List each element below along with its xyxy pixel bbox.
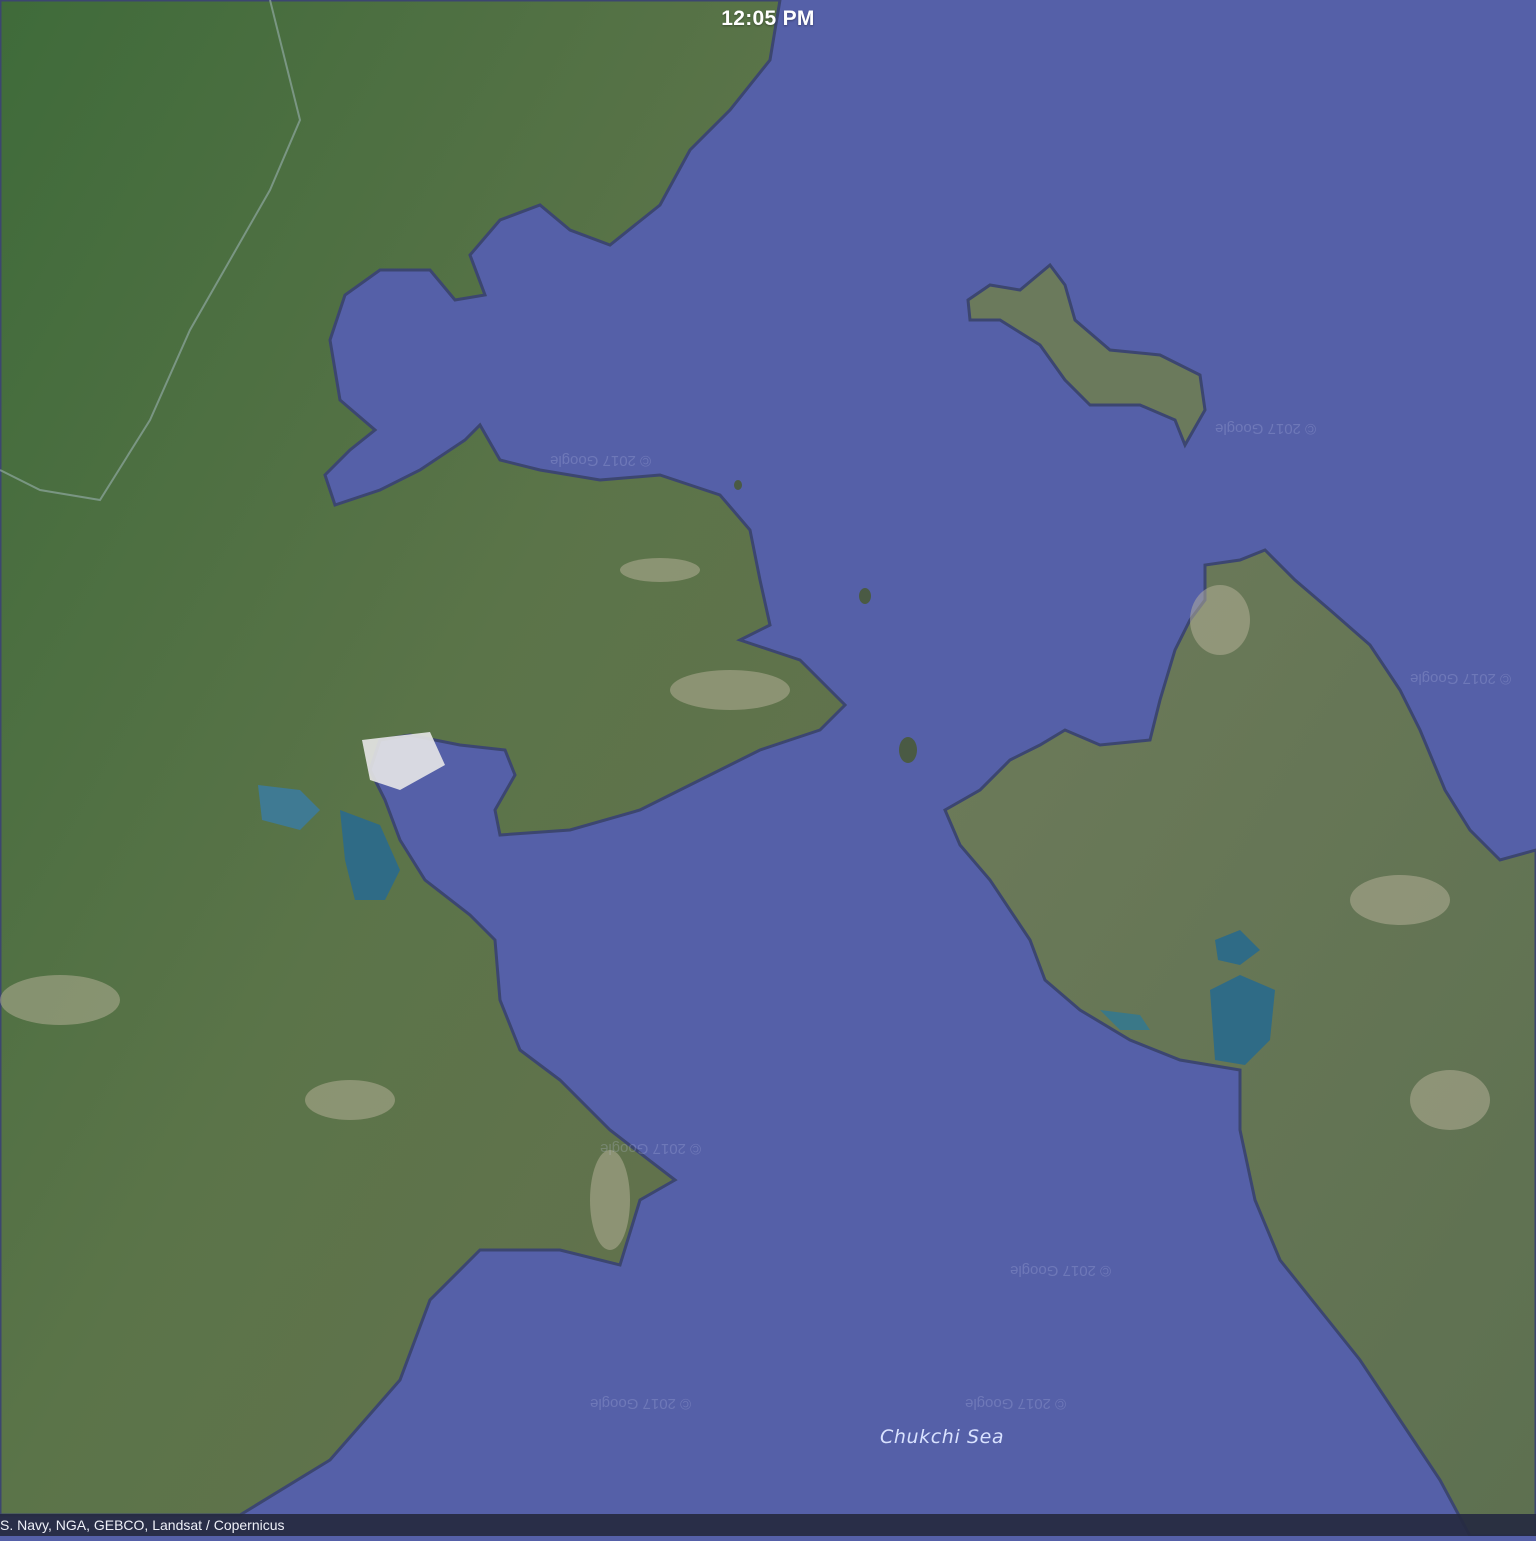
map-watermark: © 2017 Google xyxy=(1410,670,1511,687)
small-island xyxy=(859,588,871,604)
map-attribution: S. Navy, NGA, GEBCO, Landsat / Copernicu… xyxy=(0,1514,1536,1536)
map-watermark: © 2017 Google xyxy=(590,1395,691,1412)
small-island xyxy=(734,480,742,490)
satellite-imagery xyxy=(0,0,1536,1536)
small-island xyxy=(899,737,917,763)
map-watermark: © 2017 Google xyxy=(1010,1262,1111,1279)
map-watermark: © 2017 Google xyxy=(550,452,651,469)
map-canvas[interactable]: © 2017 Google © 2017 Google © 2017 Googl… xyxy=(0,0,1536,1536)
map-watermark: © 2017 Google xyxy=(1215,420,1316,437)
sea-label: Chukchi Sea xyxy=(880,1426,1004,1448)
status-bar-time: 12:05 PM xyxy=(0,7,1536,31)
map-watermark: © 2017 Google xyxy=(965,1395,1066,1412)
map-watermark: © 2017 Google xyxy=(600,1140,701,1157)
